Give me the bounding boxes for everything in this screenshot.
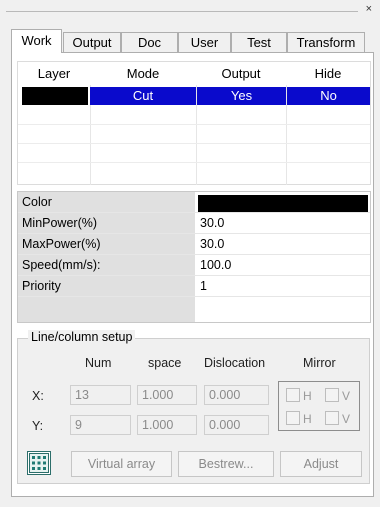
adjust-button[interactable]: Adjust [280, 451, 362, 477]
maxpower-row[interactable]: MaxPower(%) 30.0 [18, 234, 370, 255]
output-cell[interactable]: Yes [197, 87, 286, 105]
empty-label [18, 297, 195, 322]
y-axis-label: Y: [32, 419, 44, 433]
mode-cell[interactable]: Cut [90, 87, 196, 105]
hide-header[interactable]: Hide [286, 62, 370, 85]
close-icon[interactable]: × [366, 3, 372, 15]
grid-line [18, 143, 370, 144]
mirror-y-h-label: H [303, 412, 312, 426]
tab-output[interactable]: Output [63, 32, 121, 52]
line-column-setup-group: Line/column setup Num space Dislocation … [17, 330, 370, 484]
minpower-value[interactable]: 30.0 [198, 213, 224, 233]
tab-user[interactable]: User [178, 32, 231, 52]
drag-grip[interactable] [6, 11, 358, 12]
tab-transform[interactable]: Transform [287, 32, 365, 52]
y-dislocation-input[interactable]: 0.000 [204, 415, 269, 435]
mirror-y-v-label: V [342, 412, 351, 426]
group-title: Line/column setup [28, 330, 136, 344]
color-label: Color [18, 192, 195, 212]
speed-row[interactable]: Speed(mm/s): 100.0 [18, 255, 370, 276]
maxpower-label: MaxPower(%) [18, 234, 195, 254]
color-row[interactable]: Color [18, 192, 370, 213]
tab-bar: Work Output Doc User Test Transform [11, 29, 365, 53]
x-num-input[interactable]: 13 [70, 385, 131, 405]
dislocation-header: Dislocation [204, 356, 266, 370]
tab-doc[interactable]: Doc [121, 32, 178, 52]
mirror-header: Mirror [303, 356, 336, 370]
num-header: Num [85, 356, 112, 370]
priority-row[interactable]: Priority 1 [18, 276, 370, 297]
y-num-input[interactable]: 9 [70, 415, 131, 435]
x-dislocation-input[interactable]: 0.000 [204, 385, 269, 405]
mirror-x-h-checkbox[interactable] [286, 388, 300, 402]
mirror-x-v-label: V [342, 389, 351, 403]
y-space-input[interactable]: 1.000 [137, 415, 197, 435]
priority-label: Priority [18, 276, 195, 296]
mirror-y-v-checkbox[interactable] [325, 411, 339, 425]
window-titlebar: × [0, 0, 380, 20]
table-row[interactable]: Cut Yes No [18, 87, 370, 105]
layer-header[interactable]: Layer [18, 62, 90, 85]
work-panel: Layer Mode Output Hide Cut Yes No Color … [11, 52, 374, 497]
mirror-x-v-checkbox[interactable] [325, 388, 339, 402]
layer-color-swatch[interactable] [22, 87, 88, 105]
maxpower-value[interactable]: 30.0 [198, 234, 224, 254]
x-space-input[interactable]: 1.000 [137, 385, 197, 405]
layer-table: Layer Mode Output Hide Cut Yes No [17, 61, 371, 185]
mirror-box: H V H V [278, 381, 360, 431]
output-header[interactable]: Output [196, 62, 286, 85]
tab-test[interactable]: Test [231, 32, 287, 52]
tab-work[interactable]: Work [11, 29, 62, 53]
x-axis-label: X: [32, 389, 44, 403]
speed-value[interactable]: 100.0 [198, 255, 231, 275]
bestrew-button[interactable]: Bestrew... [178, 451, 274, 477]
empty-row [18, 297, 370, 322]
mode-header[interactable]: Mode [90, 62, 196, 85]
speed-label: Speed(mm/s): [18, 255, 195, 275]
mirror-y-h-checkbox[interactable] [286, 411, 300, 425]
space-header: space [148, 356, 182, 370]
grid-array-icon[interactable] [27, 451, 51, 475]
minpower-row[interactable]: MinPower(%) 30.0 [18, 213, 370, 234]
priority-value[interactable]: 1 [198, 276, 207, 296]
mirror-x-h-label: H [303, 389, 312, 403]
property-grid: Color MinPower(%) 30.0 MaxPower(%) 30.0 … [17, 191, 371, 323]
virtual-array-button[interactable]: Virtual array [71, 451, 172, 477]
grid-line [18, 162, 370, 163]
color-swatch[interactable] [198, 195, 368, 212]
grid-line [18, 124, 370, 125]
minpower-label: MinPower(%) [18, 213, 195, 233]
hide-cell[interactable]: No [287, 87, 370, 105]
